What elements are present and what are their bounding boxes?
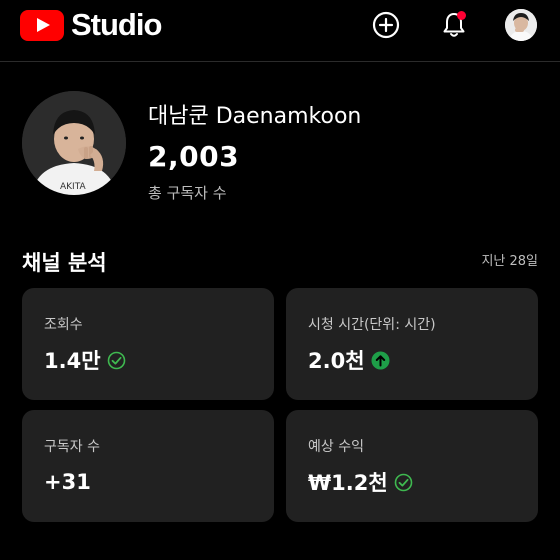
card-value: 2.0천 bbox=[308, 349, 365, 373]
youtube-play-logo-icon bbox=[20, 9, 64, 41]
avatar-photo bbox=[505, 9, 537, 41]
card-label: 구독자 수 bbox=[44, 439, 100, 455]
card-value-row: 2.0천 bbox=[308, 346, 390, 374]
card-value-row: 1.4만 bbox=[44, 346, 126, 374]
card-value-row: ₩1.2천 bbox=[308, 468, 413, 496]
channel-avatar[interactable]: AKITA bbox=[22, 91, 126, 195]
card-label: 예상 수익 bbox=[308, 439, 364, 455]
svg-text:AKITA: AKITA bbox=[60, 182, 87, 192]
subscriber-count: 2,003 bbox=[148, 140, 240, 173]
top-app-bar: Studio bbox=[0, 0, 560, 62]
create-plus-icon bbox=[372, 11, 400, 39]
card-value-row: +31 bbox=[44, 468, 91, 496]
card-label: 시청 시간(단위: 시간) bbox=[308, 317, 436, 333]
channel-analytics-title: 채널 분석 bbox=[22, 251, 107, 275]
account-avatar[interactable] bbox=[505, 9, 537, 41]
channel-name: 대남쿤 Daenamkoon bbox=[148, 104, 362, 129]
card-value: +31 bbox=[44, 470, 91, 494]
check-circle-icon bbox=[394, 473, 413, 492]
studio-dashboard: Studio AKITA 대남쿤 Daenamkoon 2,003 총 구독자 … bbox=[0, 0, 560, 560]
channel-avatar-photo: AKITA bbox=[22, 91, 126, 195]
watch-time-card[interactable]: 시청 시간(단위: 시간) 2.0천 bbox=[286, 288, 538, 400]
subscribers-card[interactable]: 구독자 수 +31 bbox=[22, 410, 274, 522]
card-value: ₩1.2천 bbox=[308, 471, 388, 495]
brand-name: Studio bbox=[71, 7, 162, 42]
notification-badge bbox=[457, 11, 466, 20]
card-label: 조회수 bbox=[44, 317, 83, 333]
arrow-up-circle-icon bbox=[371, 351, 390, 370]
create-button[interactable] bbox=[370, 9, 402, 41]
notifications-button[interactable] bbox=[438, 9, 470, 41]
estimated-revenue-card[interactable]: 예상 수익 ₩1.2천 bbox=[286, 410, 538, 522]
check-circle-icon bbox=[107, 351, 126, 370]
analytics-period: 지난 28일 bbox=[481, 254, 538, 269]
studio-logo[interactable]: Studio bbox=[20, 7, 162, 42]
subscriber-count-label: 총 구독자 수 bbox=[148, 184, 227, 202]
views-card[interactable]: 조회수 1.4만 bbox=[22, 288, 274, 400]
card-value: 1.4만 bbox=[44, 349, 101, 373]
